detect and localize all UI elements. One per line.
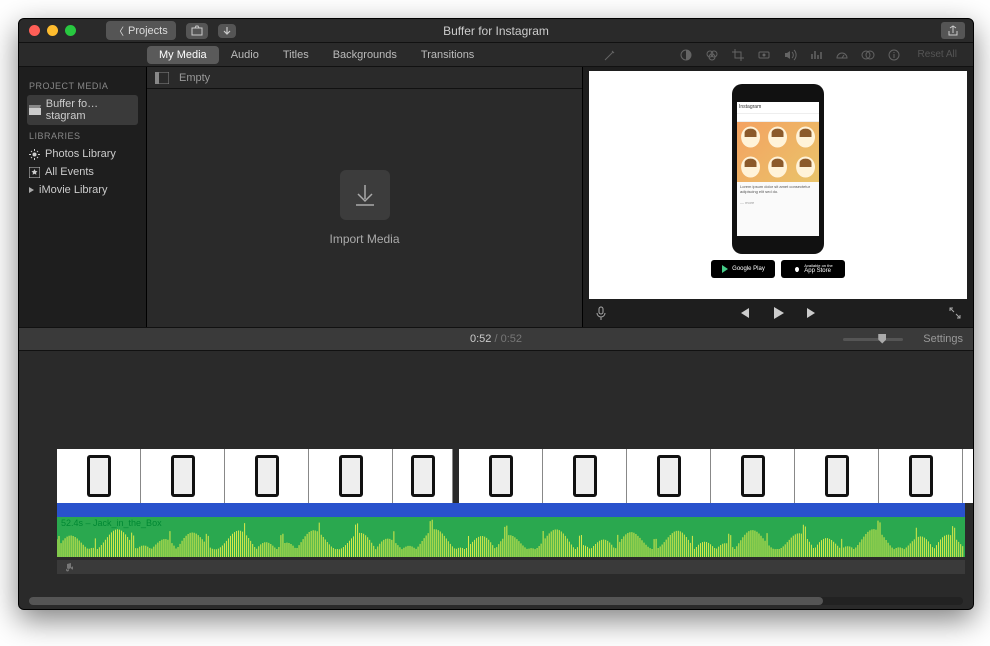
equalizer-icon[interactable] — [808, 47, 824, 63]
music-well[interactable] — [57, 560, 965, 574]
download-arrow-button[interactable] — [218, 24, 236, 38]
flower-icon — [29, 149, 40, 160]
video-track[interactable] — [57, 449, 965, 503]
speed-icon[interactable] — [834, 47, 850, 63]
sidebar-item-project[interactable]: Buffer fo…stagram — [27, 95, 138, 125]
sidebar: PROJECT MEDIA Buffer fo…stagram LIBRARIE… — [19, 67, 147, 327]
store-buttons: Google Play Available on the App Store — [711, 260, 845, 278]
crop-icon[interactable] — [730, 47, 746, 63]
video-clip[interactable] — [141, 449, 225, 503]
projects-back-button[interactable]: 〈Projects — [106, 21, 176, 40]
audio-clip-label: 52.4s – Jack_in_the_Box — [61, 518, 162, 528]
zoom-slider[interactable] — [843, 338, 903, 341]
video-clip[interactable] — [627, 449, 711, 503]
tabset: My Media Audio Titles Backgrounds Transi… — [147, 46, 486, 64]
music-note-icon — [63, 562, 73, 572]
timeline[interactable]: 52.4s – Jack_in_the_Box — [19, 351, 973, 609]
traffic-lights — [19, 25, 76, 36]
sidebar-item-events[interactable]: All Events — [27, 163, 138, 181]
share-button[interactable] — [941, 22, 965, 39]
preview-canvas[interactable]: Instagram Lorem ipsum dolor sit amet con… — [589, 71, 967, 299]
playback-controls — [583, 299, 973, 327]
video-clip[interactable] — [393, 449, 453, 503]
browser-header: Empty — [147, 67, 582, 89]
scrollbar-thumb[interactable] — [29, 597, 823, 605]
ig-post-image — [737, 122, 819, 182]
volume-icon[interactable] — [782, 47, 798, 63]
waveform-icon — [57, 517, 965, 557]
tab-titles[interactable]: Titles — [271, 46, 321, 64]
play-button[interactable] — [770, 305, 786, 321]
video-segment-1[interactable] — [57, 449, 453, 503]
zoom-window-button[interactable] — [65, 25, 76, 36]
audio-track[interactable]: 52.4s – Jack_in_the_Box — [57, 517, 965, 557]
media-import-button[interactable] — [186, 23, 208, 39]
voiceover-button[interactable] — [593, 305, 609, 321]
video-clip[interactable] — [57, 449, 141, 503]
stabilize-icon[interactable] — [756, 47, 772, 63]
media-browser: Empty Import Media — [147, 67, 583, 327]
magic-wand-icon[interactable] — [602, 47, 618, 63]
color-correct-icon[interactable] — [704, 47, 720, 63]
apple-icon — [793, 265, 801, 273]
star-box-icon — [29, 167, 40, 178]
upper-pane: PROJECT MEDIA Buffer fo…stagram LIBRARIE… — [19, 67, 973, 327]
minimize-window-button[interactable] — [47, 25, 58, 36]
media-tab-row: My Media Audio Titles Backgrounds Transi… — [19, 43, 973, 67]
sidebar-toggle-icon[interactable] — [155, 72, 169, 84]
import-media-label: Import Media — [329, 232, 399, 246]
ig-header: Instagram — [737, 102, 819, 114]
import-media-button[interactable] — [340, 170, 390, 220]
time-display-strip: 0:52 / 0:52 Settings — [19, 327, 973, 351]
current-time: 0:52 — [470, 333, 491, 345]
download-arrow-icon — [352, 182, 378, 208]
sidebar-item-imovie-lib[interactable]: iMovie Library — [27, 181, 138, 199]
fullscreen-button[interactable] — [947, 305, 963, 321]
video-segment-2[interactable] — [459, 449, 973, 503]
adjustment-toolbar: Reset All — [602, 47, 973, 63]
preview-viewer: Instagram Lorem ipsum dolor sit amet con… — [583, 67, 973, 327]
video-clip[interactable] — [963, 449, 973, 503]
close-window-button[interactable] — [29, 25, 40, 36]
app-store-button[interactable]: Available on the App Store — [781, 260, 845, 278]
play-triangle-icon — [721, 265, 729, 273]
titlebar: 〈Projects Buffer for Instagram — [19, 19, 973, 43]
video-clip[interactable] — [879, 449, 963, 503]
video-connected-strip — [57, 503, 965, 517]
video-clip[interactable] — [459, 449, 543, 503]
sidebar-item-label: Buffer fo…stagram — [46, 98, 136, 122]
info-icon[interactable] — [886, 47, 902, 63]
tab-transitions[interactable]: Transitions — [409, 46, 486, 64]
video-clip[interactable] — [795, 449, 879, 503]
sidebar-heading-libraries: LIBRARIES — [29, 131, 138, 141]
phone-mockup: Instagram Lorem ipsum dolor sit amet con… — [732, 84, 824, 254]
sidebar-item-label: iMovie Library — [39, 184, 107, 196]
sidebar-item-photos[interactable]: Photos Library — [27, 145, 138, 163]
clip-filter-icon[interactable] — [860, 47, 876, 63]
settings-button[interactable]: Settings — [923, 333, 963, 345]
browser-state-label: Empty — [179, 72, 210, 84]
horizontal-scrollbar[interactable] — [29, 597, 963, 605]
video-clip[interactable] — [711, 449, 795, 503]
video-clip[interactable] — [225, 449, 309, 503]
google-play-button[interactable]: Google Play — [711, 260, 775, 278]
sidebar-item-label: All Events — [45, 166, 94, 178]
video-clip[interactable] — [543, 449, 627, 503]
disclosure-triangle-icon — [29, 187, 34, 193]
tab-my-media[interactable]: My Media — [147, 46, 219, 64]
video-clip[interactable] — [309, 449, 393, 503]
color-balance-icon[interactable] — [678, 47, 694, 63]
clapperboard-icon — [29, 105, 41, 115]
browser-body[interactable]: Import Media — [147, 89, 582, 327]
next-button[interactable] — [804, 305, 820, 321]
tab-audio[interactable]: Audio — [219, 46, 271, 64]
tab-backgrounds[interactable]: Backgrounds — [321, 46, 409, 64]
sidebar-item-label: Photos Library — [45, 148, 116, 160]
sidebar-heading-project: PROJECT MEDIA — [29, 81, 138, 91]
app-window: 〈Projects Buffer for Instagram My Media … — [18, 18, 974, 610]
prev-button[interactable] — [736, 305, 752, 321]
reset-all-button[interactable]: Reset All — [918, 49, 957, 60]
total-time: 0:52 — [501, 333, 522, 345]
